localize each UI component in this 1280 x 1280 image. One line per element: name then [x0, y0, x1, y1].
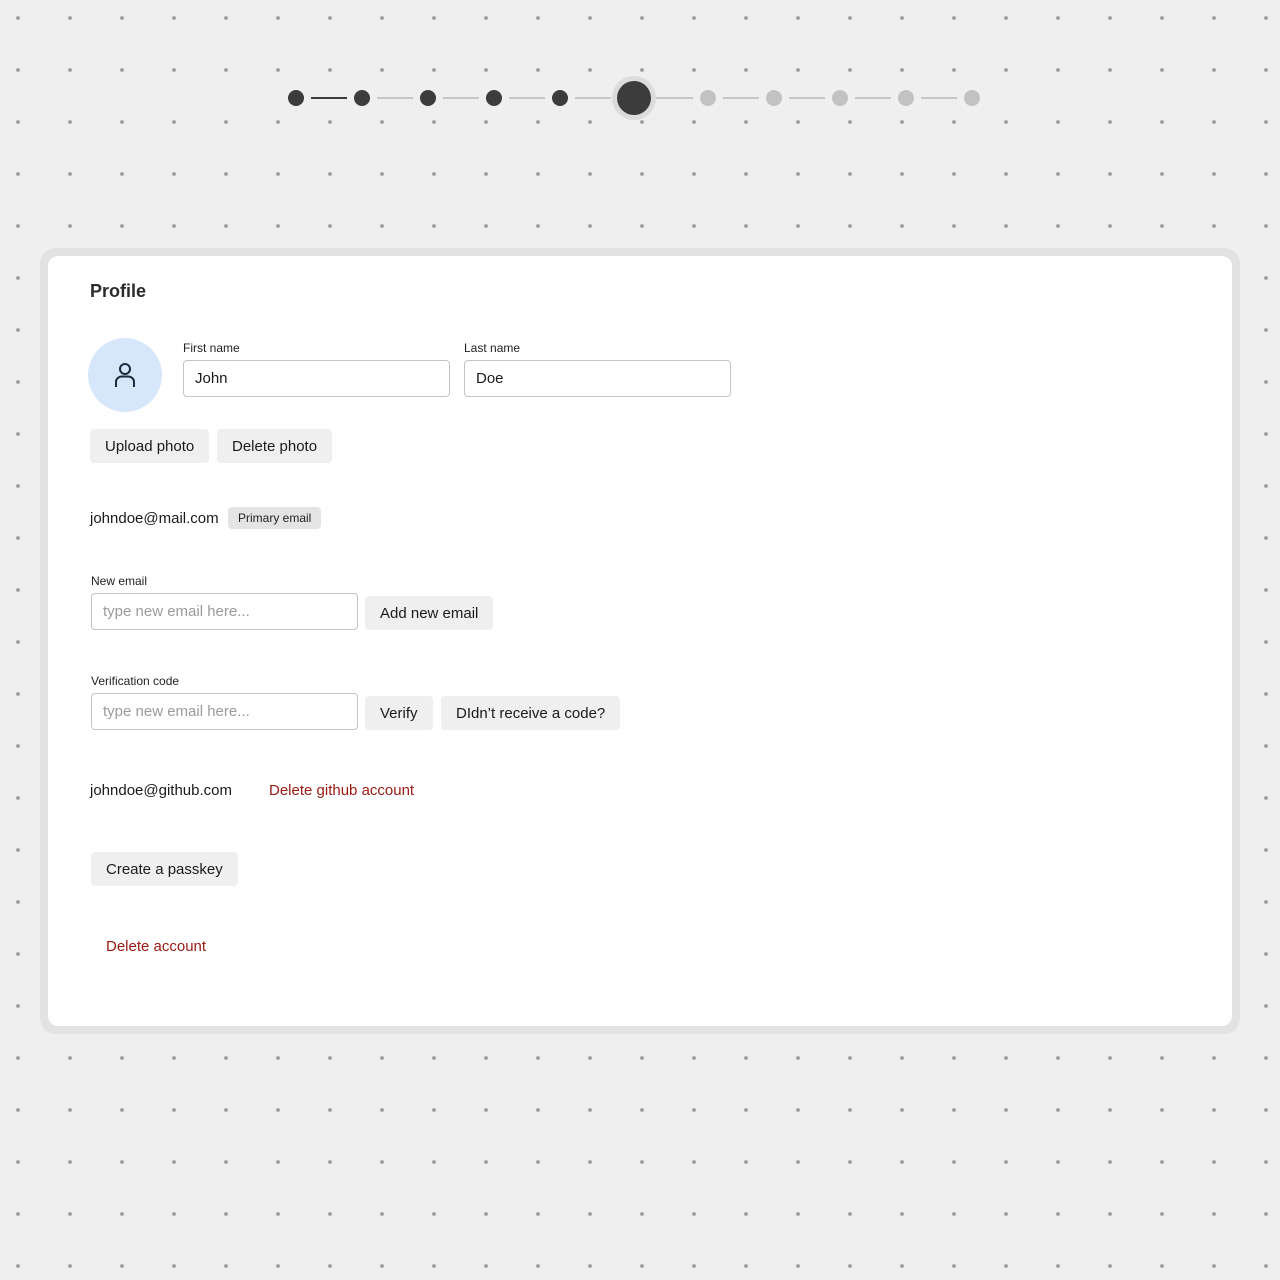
- step-connector: [921, 97, 957, 99]
- primary-email-badge: Primary email: [228, 507, 322, 529]
- create-passkey-button[interactable]: Create a passkey: [91, 852, 238, 886]
- step-connector: [855, 97, 891, 99]
- step-7-upcoming[interactable]: [700, 90, 716, 106]
- step-11-upcoming[interactable]: [964, 90, 980, 106]
- step-connector: [377, 97, 413, 99]
- first-name-input[interactable]: [183, 360, 450, 397]
- step-6-current[interactable]: [617, 81, 651, 115]
- verification-code-input[interactable]: [91, 693, 358, 730]
- step-9-upcoming[interactable]: [832, 90, 848, 106]
- step-connector: [509, 97, 545, 99]
- step-connector: [789, 97, 825, 99]
- step-connector: [311, 97, 347, 99]
- step-3-complete[interactable]: [420, 90, 436, 106]
- step-5-complete[interactable]: [552, 90, 568, 106]
- resend-code-button[interactable]: DIdn’t receive a code?: [441, 696, 621, 730]
- user-icon: [115, 363, 135, 387]
- progress-stepper: [0, 0, 1280, 200]
- last-name-input[interactable]: [464, 360, 731, 397]
- primary-email-text: johndoe@mail.com: [90, 510, 219, 527]
- step-2-complete[interactable]: [354, 90, 370, 106]
- step-10-upcoming[interactable]: [898, 90, 914, 106]
- new-email-label: New email: [91, 574, 148, 588]
- new-email-input[interactable]: [91, 593, 358, 630]
- verification-code-label: Verification code: [91, 674, 180, 688]
- github-email-text: johndoe@github.com: [90, 782, 232, 799]
- verify-button[interactable]: Verify: [365, 696, 433, 730]
- delete-github-account-link[interactable]: Delete github account: [269, 782, 414, 799]
- step-1-complete[interactable]: [288, 90, 304, 106]
- step-4-complete[interactable]: [486, 90, 502, 106]
- delete-account-link[interactable]: Delete account: [106, 938, 206, 955]
- step-connector: [656, 97, 693, 99]
- profile-card: Profile First name Last name Upload phot…: [48, 256, 1232, 1026]
- add-new-email-button[interactable]: Add new email: [365, 596, 494, 630]
- page-title: Profile: [90, 281, 147, 301]
- upload-photo-button[interactable]: Upload photo: [90, 429, 210, 463]
- avatar[interactable]: [88, 338, 162, 412]
- step-connector: [443, 97, 479, 99]
- delete-photo-button[interactable]: Delete photo: [217, 429, 333, 463]
- step-connector: [723, 97, 759, 99]
- step-connector: [575, 97, 611, 99]
- last-name-label: Last name: [464, 341, 521, 355]
- first-name-label: First name: [183, 341, 240, 355]
- step-8-upcoming[interactable]: [766, 90, 782, 106]
